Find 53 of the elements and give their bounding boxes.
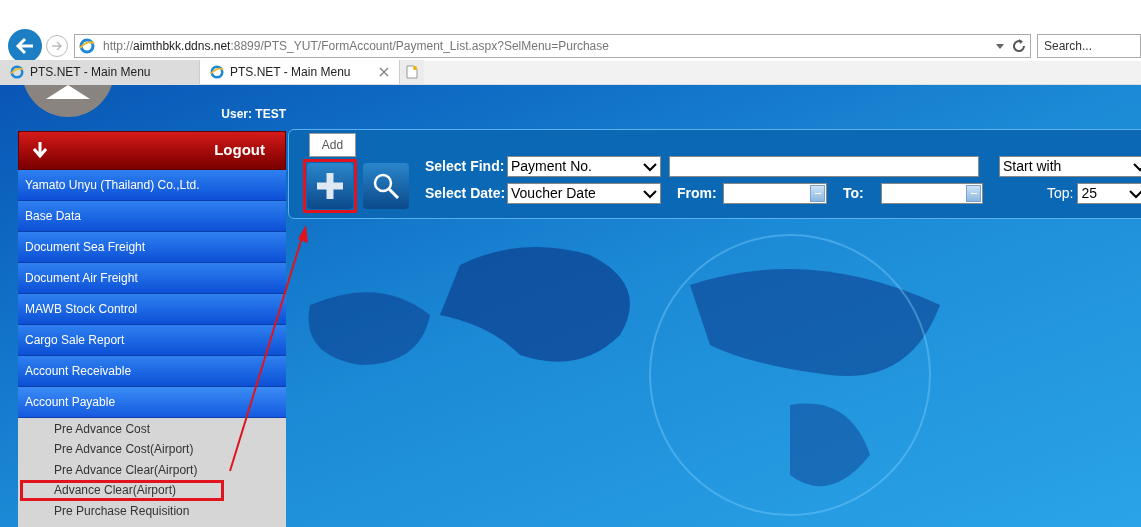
menu-item[interactable]: Account Payable [18,386,286,418]
calendar-button[interactable] [810,185,825,202]
top-select[interactable]: 25 [1077,183,1141,204]
date-field[interactable] [723,183,827,204]
submenu-item[interactable]: Pre Advance Cost [20,418,224,439]
down-arrow-icon [33,142,47,159]
match-select[interactable]: Start with [999,156,1141,177]
menu-item[interactable]: Document Sea Freight [18,231,286,263]
dropdown-icon [996,43,1004,49]
search-field[interactable]: Search... [1037,34,1141,58]
date-type-select[interactable]: Voucher Date [507,183,661,204]
page-icon [10,65,24,79]
submenu-item[interactable]: Pre Advance Cost(Airport) [20,439,224,460]
browser-tab[interactable]: PTS.NET - Main Menu [0,60,200,84]
tooltip: Add [309,133,356,157]
refresh-icon [1012,39,1026,53]
menu-item[interactable]: Account Receivable [18,355,286,387]
find-select[interactable]: Payment No. [507,156,661,177]
chevron-down-icon [1129,188,1141,199]
back-arrow-icon [15,37,35,55]
user-label: User: TEST [221,106,286,124]
close-icon[interactable] [379,67,389,77]
new-page-icon [406,65,418,79]
back-button[interactable] [8,29,42,63]
field-label: To: [843,184,865,203]
submenu-item[interactable]: Pre Purchase Requisition [20,500,224,521]
menu-item[interactable]: Cargo Sale Report [18,324,286,356]
field-label: Top: [1047,184,1074,203]
browser-tab[interactable]: PTS.NET - Main Menu [200,60,400,84]
menu-item[interactable]: Yamato Unyu (Thailand) Co.,Ltd. [18,169,286,201]
chevron-down-icon [643,161,657,172]
plus-icon [315,171,345,201]
calendar-button[interactable] [966,185,981,202]
address-bar[interactable]: http://aimthbkk.ddns.net:8899/PTS_YUT/FormAccount/Payment_List.aspx?SelMenu=Purchase [74,34,1031,58]
chevron-down-icon [643,188,657,199]
date-field[interactable] [881,183,983,204]
field-label: From: [677,184,718,203]
logout-button[interactable]: Logout [18,131,286,170]
field-label: Select Find: [425,157,503,176]
menu-item[interactable]: Base Data [18,200,286,232]
page-icon [210,65,224,79]
field-label: Select Date: [425,184,503,203]
submenu-item[interactable]: Advance Clear(Airport) [20,480,224,501]
forward-arrow-icon [51,41,63,51]
url-text: http://aimthbkk.ddns.net:8899/PTS_YUT/FormAccount/Payment_List.aspx?SelMenu=Purchase [103,38,609,55]
menu-item[interactable]: MAWB Stock Control [18,293,286,325]
search-button[interactable] [363,163,409,209]
submenu-item[interactable]: Pre Advance Clear(Airport) [20,459,224,480]
search-icon [371,171,401,201]
search-input[interactable] [669,156,979,177]
menu-item[interactable]: Document Air Freight [18,262,286,294]
page-icon [79,38,95,54]
new-tab-button[interactable] [400,60,424,84]
